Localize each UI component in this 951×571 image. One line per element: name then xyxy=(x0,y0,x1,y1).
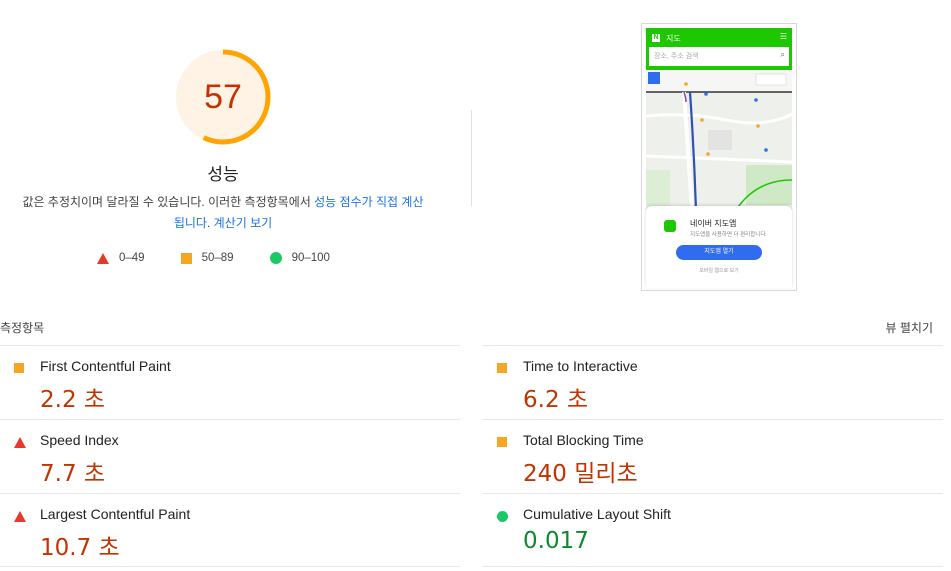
legend-pass: 90–100 xyxy=(269,252,330,264)
metric-cumulative-layout-shift: Cumulative Layout Shift 0.017 xyxy=(483,493,943,567)
square-icon xyxy=(180,252,192,264)
legend-average: 50–89 xyxy=(180,252,234,264)
circle-icon xyxy=(497,511,508,522)
metric-value: 7.7 초 xyxy=(40,461,106,487)
metric-status-icon xyxy=(497,511,508,522)
metrics-bottom-divider xyxy=(0,566,460,567)
performance-score: 57 xyxy=(204,78,242,116)
metric-speed-index: Speed Index 7.7 초 xyxy=(0,419,460,493)
phone-header: N 지도 ☰ 장소, 주소 검색 ⌕ xyxy=(646,28,792,70)
expand-view-button[interactable]: 뷰 펼치기 xyxy=(886,319,934,336)
triangle-icon xyxy=(14,437,26,448)
metric-name: Speed Index xyxy=(40,432,119,448)
metric-largest-contentful-paint: Largest Contentful Paint 10.7 초 xyxy=(0,493,460,567)
metric-status-icon xyxy=(497,363,507,373)
metric-status-icon xyxy=(14,511,26,522)
score-legend: 0–49 50–89 90–100 xyxy=(97,252,366,264)
legend-average-label: 50–89 xyxy=(201,252,234,264)
app-name: 네이버 지도앱 xyxy=(690,219,737,228)
map-graphic xyxy=(646,70,792,210)
legend-fail: 0–49 xyxy=(97,252,145,264)
phone-search-input: 장소, 주소 검색 ⌕ xyxy=(649,47,789,66)
metric-status-icon xyxy=(497,437,507,447)
vertical-divider xyxy=(471,110,472,206)
metric-value: 10.7 초 xyxy=(40,535,120,561)
metric-name: Largest Contentful Paint xyxy=(40,506,191,522)
description-separator: . xyxy=(206,216,214,230)
square-icon xyxy=(497,363,507,373)
metric-status-icon xyxy=(14,363,24,373)
menu-icon: ☰ xyxy=(779,32,787,41)
open-app-button: 지도앱 열기 xyxy=(676,245,762,260)
mobile-web-link: 모바일 웹으로 보기 xyxy=(699,268,739,274)
final-screenshot[interactable]: N 지도 ☰ 장소, 주소 검색 ⌕ 네이버 지도앱 지도앱을 사용하면 더 편… xyxy=(641,23,797,291)
performance-gauge: 57 xyxy=(174,48,272,146)
square-icon xyxy=(14,363,24,373)
score-description: 값은 추정치이며 달라질 수 있습니다. 이러한 측정항목에서 성능 점수가 직… xyxy=(18,192,428,234)
phone-map xyxy=(646,70,792,210)
legend-pass-label: 90–100 xyxy=(291,252,330,264)
app-promo-sheet: 네이버 지도앱 지도앱을 사용하면 더 편리합니다. 지도앱 열기 모바일 웹으… xyxy=(646,206,792,288)
performance-label: 성능 xyxy=(207,165,239,184)
search-icon: ⌕ xyxy=(780,50,785,59)
phone-search-placeholder: 장소, 주소 검색 xyxy=(654,53,699,60)
metric-name: First Contentful Paint xyxy=(40,358,171,374)
metric-first-contentful-paint: First Contentful Paint 2.2 초 xyxy=(0,345,460,419)
metrics-bottom-divider xyxy=(483,566,943,567)
triangle-icon xyxy=(14,511,26,522)
description-text: 값은 추정치이며 달라질 수 있습니다. 이러한 측정항목에서 xyxy=(22,195,315,209)
metric-name: Cumulative Layout Shift xyxy=(523,506,671,522)
metric-time-to-interactive: Time to Interactive 6.2 초 xyxy=(483,345,943,419)
metric-status-icon xyxy=(14,437,26,448)
square-icon xyxy=(497,437,507,447)
naver-logo-icon: N xyxy=(652,34,660,42)
metric-total-blocking-time: Total Blocking Time 240 밀리초 xyxy=(483,419,943,493)
triangle-icon xyxy=(97,252,109,264)
metrics-heading: 측정항목 xyxy=(0,321,45,335)
app-subtitle: 지도앱을 사용하면 더 편리합니다. xyxy=(690,232,767,238)
metric-value: 6.2 초 xyxy=(523,387,589,413)
metric-value: 2.2 초 xyxy=(40,387,106,413)
legend-fail-label: 0–49 xyxy=(119,252,145,264)
phone-header-title: 지도 xyxy=(666,34,681,43)
metric-name: Total Blocking Time xyxy=(523,432,644,448)
metric-value: 0.017 xyxy=(523,528,589,554)
naver-map-app-icon xyxy=(664,220,676,232)
metric-name: Time to Interactive xyxy=(523,358,638,374)
circle-icon xyxy=(269,252,282,264)
metric-value: 240 밀리초 xyxy=(523,461,638,487)
calculator-link[interactable]: 계산기 보기 xyxy=(214,216,273,230)
